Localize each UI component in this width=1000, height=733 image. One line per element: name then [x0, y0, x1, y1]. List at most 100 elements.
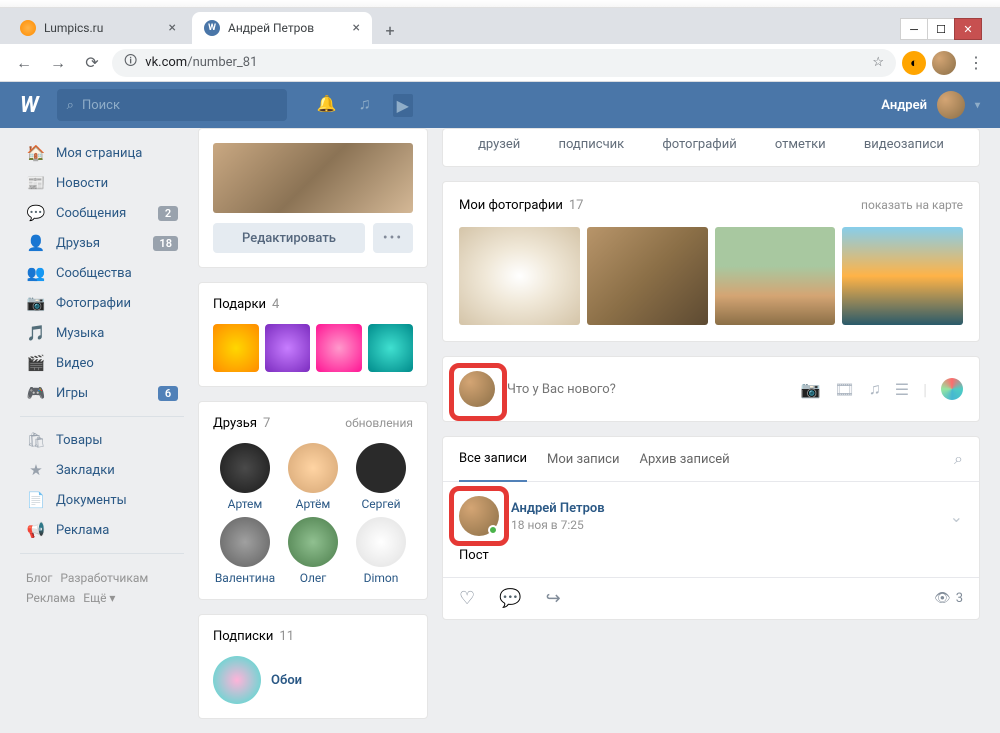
share-icon[interactable]: ↪ [546, 588, 561, 609]
avatar [356, 517, 406, 567]
gift-item[interactable] [316, 324, 362, 372]
wall-block: Все записи Мои записи Архив записей ⌕ Ан… [442, 436, 980, 620]
post-author[interactable]: Андрей Петров [511, 501, 605, 516]
menu-icon[interactable]: ⋮ [962, 49, 990, 77]
more-button[interactable]: ••• [373, 223, 413, 253]
profile-avatar-icon[interactable] [932, 51, 956, 75]
nav-icon: 🎬 [26, 353, 46, 373]
chevron-down-icon[interactable]: ⌄ [950, 507, 963, 526]
profile-photo[interactable] [213, 143, 413, 213]
sidebar-nav-item[interactable]: 🎵Музыка [20, 318, 184, 348]
stat-label[interactable]: фотографий [662, 137, 736, 152]
online-indicator [488, 525, 498, 535]
stat-label[interactable]: подписчик [558, 137, 624, 152]
nav-icon: 🎮 [26, 383, 46, 403]
avatar[interactable] [459, 496, 499, 536]
nav-icon: 🎵 [26, 323, 46, 343]
sidebar-nav-item[interactable]: 👥Сообщества [20, 258, 184, 288]
gift-item[interactable] [368, 324, 414, 372]
notifications-icon[interactable]: 🔔 [317, 94, 337, 117]
sidebar-nav-item[interactable]: 👤Друзья18 [20, 228, 184, 258]
badge: 18 [153, 236, 178, 251]
close-icon[interactable]: × [169, 20, 176, 36]
favicon-vk: W [204, 20, 220, 36]
nav-icon: 📄 [26, 490, 46, 510]
sidebar-nav-item[interactable]: 🏠Моя страница [20, 138, 184, 168]
gifts-block: Подарки 4 [198, 282, 428, 387]
search-input[interactable]: ⌕ Поиск [57, 89, 287, 121]
vk-logo[interactable]: W [20, 93, 37, 118]
gift-item[interactable] [213, 324, 259, 372]
friend-item[interactable]: Олег [281, 517, 345, 585]
avatar [220, 517, 270, 567]
friend-item[interactable]: Dimon [349, 517, 413, 585]
photo-thumbnail[interactable] [459, 227, 580, 325]
address-bar[interactable]: 🛈 vk.com/number_81 ☆ [112, 49, 896, 77]
friend-item[interactable]: Артем [213, 443, 277, 511]
edit-button[interactable]: Редактировать [213, 223, 365, 253]
back-button[interactable]: ← [10, 49, 38, 77]
close-icon[interactable]: × [353, 20, 360, 36]
photo-thumbnail[interactable] [842, 227, 963, 325]
avatar [288, 443, 338, 493]
search-icon: ⌕ [67, 98, 74, 113]
nav-icon: ★ [26, 460, 46, 480]
sidebar-nav-item[interactable]: 🎬Видео [20, 348, 184, 378]
comment-icon[interactable]: 💬 [499, 588, 521, 609]
search-icon[interactable]: ⌕ [954, 449, 963, 469]
nav-icon: 👤 [26, 233, 46, 253]
wall-tab-mine[interactable]: Мои записи [547, 438, 619, 481]
nav-icon: 📰 [26, 173, 46, 193]
tab-title: Lumpics.ru [44, 21, 103, 35]
friend-item[interactable]: Артём [281, 443, 345, 511]
wall-tab-archive[interactable]: Архив записей [640, 438, 730, 481]
browser-tab-active[interactable]: W Андрей Петров × [192, 12, 372, 44]
sidebar-nav-item[interactable]: 📷Фотографии [20, 288, 184, 318]
like-icon[interactable]: ♡ [459, 588, 475, 609]
wall-tab-all[interactable]: Все записи [459, 437, 527, 482]
subscription-item[interactable]: Обои [213, 656, 413, 704]
camera-icon[interactable]: 📷 [801, 380, 821, 399]
forward-button[interactable]: → [44, 49, 72, 77]
badge: 2 [158, 206, 178, 221]
favicon-lumpics [20, 20, 36, 36]
views-count: 👁3 [934, 591, 963, 606]
friend-item[interactable]: Сергей [349, 443, 413, 511]
assistant-icon[interactable] [941, 378, 963, 400]
new-post-input[interactable] [507, 382, 789, 397]
play-icon[interactable]: ▶ [393, 94, 413, 117]
avatar [356, 443, 406, 493]
sidebar-nav-item[interactable]: 📰Новости [20, 168, 184, 198]
window-minimize[interactable]: ─ [900, 18, 928, 40]
window-maximize[interactable]: ☐ [927, 18, 955, 40]
photo-thumbnail[interactable] [715, 227, 836, 325]
photo-thumbnail[interactable] [587, 227, 708, 325]
user-menu[interactable]: Андрей ▾ [881, 91, 980, 119]
nav-icon: 📢 [26, 520, 46, 540]
sidebar-nav-item[interactable]: 🛍Товары [20, 425, 184, 455]
nav-icon: 💬 [26, 203, 46, 223]
friend-item[interactable]: Валентина [213, 517, 277, 585]
more-icon[interactable]: ☰ [895, 380, 909, 399]
eye-icon: 👁 [934, 591, 951, 606]
sidebar-nav-item[interactable]: 💬Сообщения2 [20, 198, 184, 228]
new-tab-button[interactable]: + [376, 16, 404, 44]
music-icon[interactable]: ♫ [869, 379, 881, 399]
stat-label[interactable]: друзей [478, 137, 520, 152]
music-icon[interactable]: ♫ [359, 94, 371, 117]
sidebar-nav-item[interactable]: 📄Документы [20, 485, 184, 515]
video-icon[interactable]: 🎞 [834, 380, 854, 399]
browser-tab[interactable]: Lumpics.ru × [8, 12, 188, 44]
stat-label[interactable]: видеозаписи [864, 137, 944, 152]
extension-icon[interactable]: ◐ [902, 51, 926, 75]
sidebar-nav-item[interactable]: 📢Реклама [20, 515, 184, 545]
sidebar-nav-item[interactable]: 🎮Игры6 [20, 378, 184, 408]
post-text: Пост [443, 544, 979, 577]
stat-label[interactable]: отметки [775, 137, 826, 152]
window-close[interactable]: ✕ [954, 18, 982, 40]
gift-item[interactable] [265, 324, 311, 372]
avatar [220, 443, 270, 493]
reload-button[interactable]: ⟳ [78, 49, 106, 77]
star-icon[interactable]: ☆ [872, 55, 884, 70]
sidebar-nav-item[interactable]: ★Закладки [20, 455, 184, 485]
